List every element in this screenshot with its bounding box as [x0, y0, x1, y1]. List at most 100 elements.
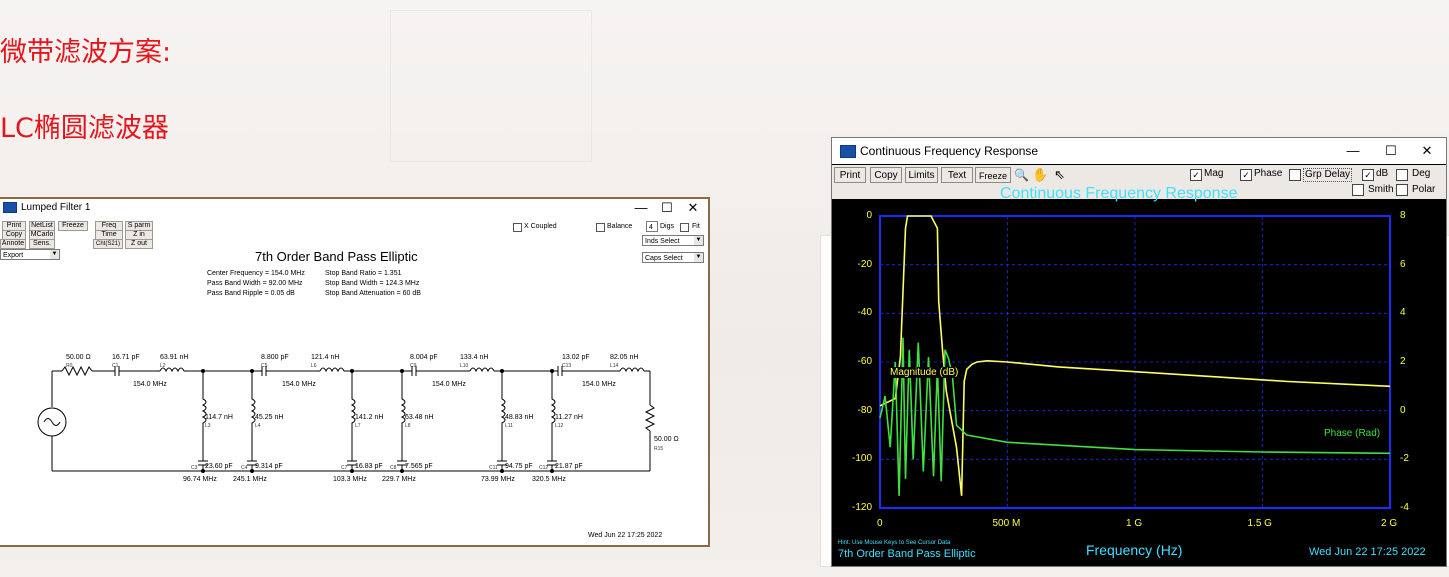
timestamp: Wed Jun 22 17:25 2022	[1309, 546, 1426, 558]
f8-label: 229.7 MHz	[382, 476, 416, 483]
res2-label: 154.0 MHz	[282, 381, 316, 388]
shunt-resonator	[497, 371, 507, 471]
r15-ref: R15	[654, 446, 664, 452]
frequency-response-chart	[879, 215, 1391, 509]
l8-value: 63.48 nH	[405, 414, 434, 421]
l7-ref: L7	[355, 423, 361, 429]
c13-ref: C13	[562, 363, 572, 369]
l3-value: 114.7 nH	[205, 414, 233, 421]
junction-dot	[550, 469, 554, 473]
c11-ref: C11	[489, 465, 498, 471]
c13-value: 13.02 pF	[562, 354, 590, 361]
y-left-tick-label: -80	[857, 404, 872, 416]
r0-value: 50.00 Ω	[66, 354, 91, 361]
l4-value: 45.25 nH	[255, 414, 284, 421]
slide-heading-1: 微带滤波方案:	[0, 37, 172, 68]
y-left-tick-label: -120	[851, 502, 872, 513]
c4-ref: C4	[241, 465, 248, 471]
shunt-resonator	[347, 371, 357, 471]
l10-value: 133.4 nH	[460, 354, 489, 361]
l10-ref: L10	[460, 363, 469, 369]
y-left-tick-label: -40	[857, 307, 872, 319]
junction-dot	[250, 369, 254, 373]
hint-text: Hint: Use Mouse Keys to See Cursor Data	[838, 540, 951, 546]
c4-value: 9.314 pF	[255, 463, 283, 470]
y-right-tick-label: -4	[1400, 502, 1409, 513]
y-left-tick-label: 0	[866, 210, 872, 221]
r15-value: 50.00 Ω	[654, 436, 679, 443]
y-right-tick-label: 8	[1400, 210, 1406, 221]
junction-dot	[250, 469, 254, 473]
f3-label: 96.74 MHz	[183, 476, 217, 483]
shunt-resonator	[247, 371, 257, 471]
c3-value: 23.60 pF	[205, 463, 233, 470]
junction-dot	[400, 469, 404, 473]
r0-ref: R0	[66, 363, 73, 369]
l14-ref: L14	[610, 363, 619, 369]
junction-dot	[400, 369, 404, 373]
shunt-resonator	[547, 371, 557, 471]
background-decoration	[390, 10, 592, 162]
c9-value: 8.004 pF	[410, 354, 438, 361]
phase-label: Phase (Rad)	[1324, 428, 1381, 439]
f4-label: 245.1 MHz	[233, 476, 267, 483]
l2-ref: L2	[160, 363, 166, 369]
y-right-tick-label: 2	[1400, 356, 1406, 367]
l7-value: 141.2 nH	[355, 414, 384, 421]
f12-label: 320.5 MHz	[532, 476, 566, 483]
y-left-tick-label: -100	[851, 453, 872, 465]
l11-value: 48.83 nH	[505, 414, 534, 421]
c3-ref: C3	[191, 465, 198, 471]
c5-value: 8.800 pF	[261, 354, 289, 361]
l14-value: 82.05 nH	[610, 354, 639, 361]
shunt-resonator	[198, 371, 208, 471]
f7-label: 103.3 MHz	[333, 476, 367, 483]
c7-value: 16.83 pF	[355, 463, 383, 470]
c7-ref: C7	[341, 465, 348, 471]
junction-dot	[500, 469, 504, 473]
l4-ref: L4	[255, 423, 261, 429]
x-tick-label: 1.5 G	[1247, 518, 1272, 529]
x-tick-label: 0	[877, 518, 883, 529]
filter-name: 7th Order Band Pass Elliptic	[838, 548, 976, 560]
c12-ref: C12	[539, 465, 549, 471]
junction-dot	[350, 369, 354, 373]
f11-label: 73.99 MHz	[481, 476, 515, 483]
y-right-tick-label: 4	[1400, 307, 1406, 319]
c9-ref: C9	[410, 363, 417, 369]
lumped-filter-window: Lumped Filter 1 — ☐ ✕ Print NetList Free…	[0, 197, 710, 547]
x-tick-label: 2 G	[1381, 518, 1398, 529]
y-right-tick-label: 0	[1400, 404, 1406, 416]
res4-label: 154.0 MHz	[582, 381, 616, 388]
c12-value: 21.87 pF	[555, 463, 583, 470]
l6-value: 121.4 nH	[311, 354, 340, 361]
timestamp: Wed Jun 22 17:25 2022	[588, 532, 663, 539]
x-axis-label: Frequency (Hz)	[1086, 542, 1183, 558]
shunt-resonator	[397, 371, 407, 471]
junction-dot	[350, 469, 354, 473]
c5-ref: C5	[261, 363, 268, 369]
y-right-tick-label: 6	[1400, 258, 1406, 270]
c1-value: 16.71 pF	[112, 354, 140, 361]
c11-value: 94.75 pF	[505, 463, 533, 470]
schematic-diagram	[37, 365, 656, 473]
l8-ref: L8	[405, 423, 411, 429]
l12-value: 11.27 nH	[555, 414, 583, 421]
l12-ref: L12	[555, 423, 564, 429]
c8-ref: C8	[390, 465, 397, 471]
y-left-tick-label: -20	[857, 258, 872, 270]
c8-value: 7.565 pF	[405, 463, 433, 470]
slide-heading-2: LC椭圆滤波器	[0, 113, 169, 144]
l11-ref: L11	[505, 423, 513, 429]
y-left-tick-label: -60	[857, 356, 872, 367]
junction-dot	[550, 369, 554, 373]
res1-label: 154.0 MHz	[133, 381, 167, 388]
junction-dot	[201, 369, 205, 373]
res3-label: 154.0 MHz	[432, 381, 466, 388]
l3-ref: L3	[205, 423, 211, 429]
y-right-tick-label: -2	[1400, 453, 1409, 465]
junction-dot	[500, 369, 504, 373]
l6-ref: L6	[311, 363, 317, 369]
magnitude-label: Magnitude (dB)	[888, 367, 961, 378]
c1-ref: C1	[112, 363, 119, 369]
